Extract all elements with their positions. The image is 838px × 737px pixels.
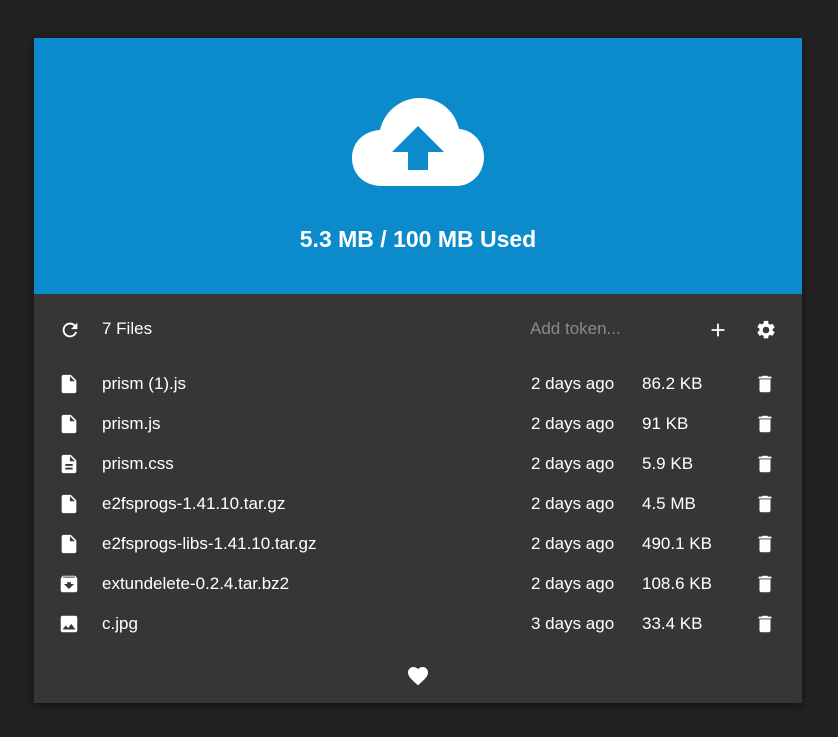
file-name[interactable]: prism.js [102,414,161,434]
file-row[interactable]: e2fsprogs-libs-1.41.10.tar.gz 2 days ago… [34,526,802,566]
upload-dropzone[interactable]: 5.3 MB / 100 MB Used [34,38,802,294]
storage-usage: 5.3 MB / 100 MB Used [299,226,537,252]
file-size: 33.4 KB [642,614,703,633]
delete-button[interactable] [754,413,776,435]
delete-button[interactable] [754,573,776,595]
trash-icon [758,415,772,433]
file-row[interactable]: prism.js 2 days ago 91 KB [34,406,802,446]
file-row[interactable]: e2fsprogs-1.41.10.tar.gz 2 days ago 4.5 … [34,486,802,526]
file-size: 91 KB [642,414,689,433]
file-name[interactable]: extundelete-0.2.4.tar.bz2 [102,574,289,594]
file-text-icon [58,453,80,475]
trash-icon [758,375,772,393]
file-name[interactable]: c.jpg [102,614,138,634]
file-row[interactable]: prism (1).js 2 days ago 86.2 KB [34,366,802,406]
file-list: prism (1).js 2 days ago 86.2 KB prism.js… [34,366,802,646]
file-name[interactable]: prism.css [102,454,174,474]
file-date: 3 days ago [531,614,615,633]
trash-icon [758,615,772,633]
file-name[interactable]: prism (1).js [102,374,186,394]
file-date: 2 days ago [531,374,615,393]
token-input[interactable] [528,316,682,342]
delete-button[interactable] [754,453,776,475]
heart-icon[interactable] [406,664,430,688]
refresh-button[interactable] [58,318,82,342]
delete-button[interactable] [754,493,776,515]
toolbar: 7 Files [34,316,802,346]
file-row[interactable]: c.jpg 3 days ago 33.4 KB [34,606,802,646]
file-size: 86.2 KB [642,374,703,393]
file-icon [58,493,80,515]
settings-button[interactable] [754,318,778,342]
files-count: 7 Files [102,319,153,338]
file-name[interactable]: e2fsprogs-libs-1.41.10.tar.gz [102,534,317,554]
file-date: 2 days ago [531,534,615,553]
refresh-icon [62,322,78,338]
file-icon [58,413,80,435]
cloud-upload-icon[interactable] [352,98,484,188]
file-size: 5.9 KB [642,454,694,473]
file-icon [58,373,80,395]
file-date: 2 days ago [531,454,615,473]
gear-icon [757,320,775,339]
file-size: 108.6 KB [642,574,712,593]
uploader-card: 5.3 MB / 100 MB Used 7 Files prism (1).j… [34,38,802,703]
trash-icon [758,535,772,553]
add-token-button[interactable] [706,318,730,342]
delete-button[interactable] [754,533,776,555]
file-date: 2 days ago [531,414,615,433]
delete-button[interactable] [754,613,776,635]
file-size: 490.1 KB [642,534,712,553]
plus-icon [711,323,725,337]
trash-icon [758,455,772,473]
file-row[interactable]: extundelete-0.2.4.tar.bz2 2 days ago 108… [34,566,802,606]
archive-icon [58,573,80,595]
image-icon [58,613,80,635]
file-row[interactable]: prism.css 2 days ago 5.9 KB [34,446,802,486]
trash-icon [758,495,772,513]
file-icon [58,533,80,555]
trash-icon [758,575,772,593]
file-date: 2 days ago [531,574,615,593]
delete-button[interactable] [754,373,776,395]
file-name[interactable]: e2fsprogs-1.41.10.tar.gz [102,494,285,514]
file-date: 2 days ago [531,494,615,513]
file-size: 4.5 MB [642,494,696,513]
